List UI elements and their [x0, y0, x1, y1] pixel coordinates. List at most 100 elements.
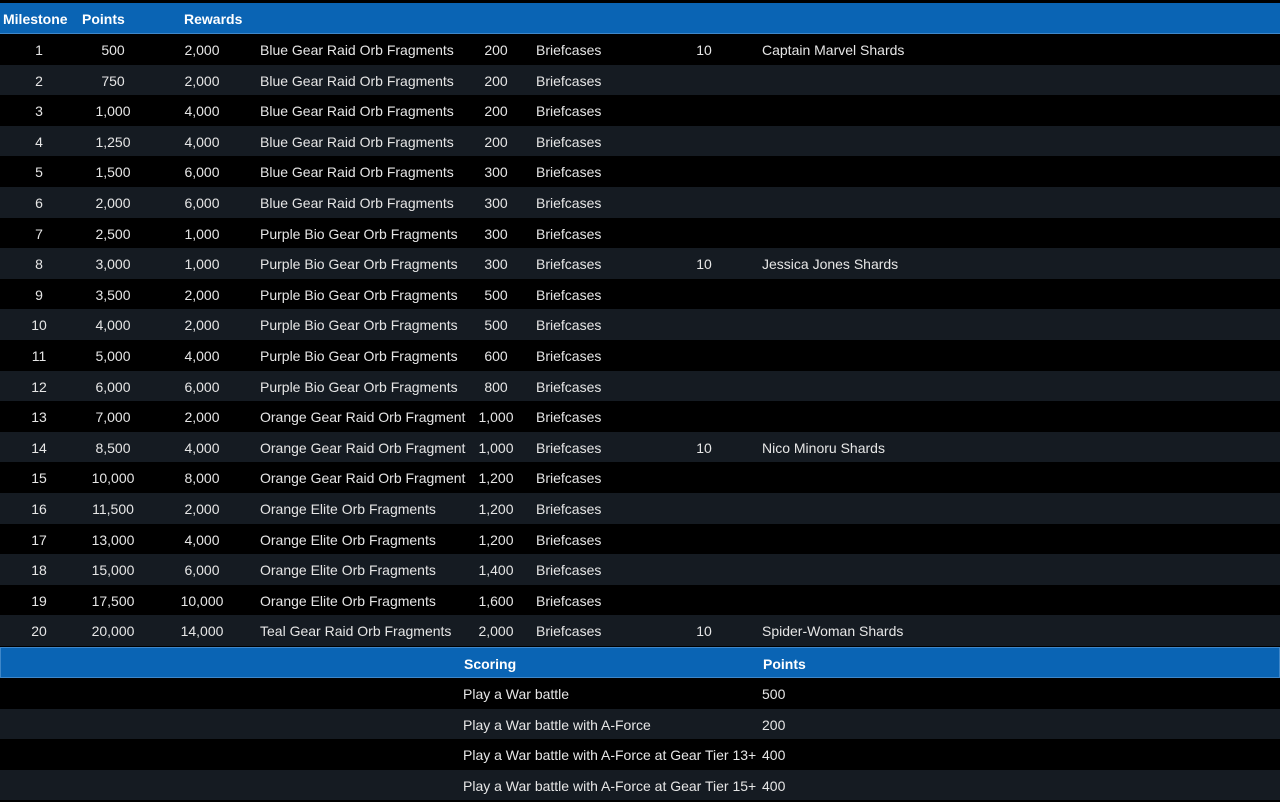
scoring-points-cell: 200	[762, 716, 786, 733]
milestone-cell: 6	[35, 194, 43, 211]
milestone-cell: 20	[31, 623, 47, 640]
reward2-name-cell: Briefcases	[536, 225, 602, 242]
reward1-name-cell: Blue Gear Raid Orb Fragments	[260, 103, 454, 120]
points-cell: 2,500	[95, 225, 131, 242]
reward1-name-cell: Orange Elite Orb Fragments	[260, 531, 436, 548]
reward1-name-cell: Purple Bio Gear Orb Fragments	[260, 286, 458, 303]
reward2-qty-cell: 1,600	[478, 592, 514, 609]
reward1-qty-cell: 4,000	[184, 133, 220, 150]
table-row: 13 7,000 2,000 Orange Gear Raid Orb Fragmen…	[0, 401, 1280, 432]
table-row: 10 4,000 2,000 Purple Bio Gear Orb Fragment…	[0, 309, 1280, 340]
scoring-row: Play a War battle with A-Force at Gear T…	[0, 739, 1280, 770]
points-cell: 5,000	[95, 347, 131, 364]
header-points: Points	[82, 11, 125, 27]
table-row: 15 10,000 8,000 Orange Gear Raid Orb Fragme…	[0, 462, 1280, 493]
reward2-name-cell: Briefcases	[536, 409, 602, 426]
reward2-name-cell: Briefcases	[536, 623, 602, 640]
table-row: 7 2,500 1,000 Purple Bio Gear Orb Fragments…	[0, 217, 1280, 249]
points-cell: 7,000	[95, 409, 131, 426]
reward1-qty-cell: 2,000	[184, 409, 220, 426]
milestone-table-header: Milestone Points Rewards	[0, 3, 1280, 34]
reward2-name-cell: Briefcases	[536, 42, 602, 58]
table-row: 17 13,000 4,000 Orange Elite Orb Fragments 1…	[0, 523, 1280, 555]
reward1-name-cell: Purple Bio Gear Orb Fragments	[260, 317, 458, 334]
scoring-desc-cell: Play a War battle	[463, 686, 570, 702]
reward2-qty-cell: 200	[484, 103, 508, 120]
reward1-name-cell: Blue Gear Raid Orb Fragments	[260, 164, 454, 181]
scoring-table-header: Scoring Points	[0, 647, 1280, 678]
reward1-name-cell: Blue Gear Raid Orb Fragments	[260, 133, 454, 150]
points-cell: 15,000	[91, 562, 135, 579]
header-scoring-points: Points	[763, 656, 806, 672]
reward3-name-cell: Jessica Jones Shards	[762, 256, 899, 273]
reward1-qty-cell: 6,000	[184, 194, 220, 211]
reward3-name-cell: Spider-Woman Shards	[762, 623, 904, 640]
milestone-cell: 9	[35, 286, 43, 303]
reward2-name-cell: Briefcases	[536, 500, 602, 517]
reward3-qty-cell: 10	[696, 439, 712, 456]
reward1-qty-cell: 2,000	[184, 72, 220, 89]
reward1-name-cell: Orange Gear Raid Orb Fragment	[260, 409, 466, 426]
reward3-name-cell: Captain Marvel Shards	[762, 42, 905, 58]
milestone-cell: 17	[31, 531, 47, 548]
reward2-qty-cell: 1,200	[478, 531, 514, 548]
table-row: 12 6,000 6,000 Purple Bio Gear Orb Fragment…	[0, 370, 1280, 402]
reward1-qty-cell: 10,000	[180, 592, 224, 609]
scoring-desc-cell: Play a War battle with A-Force at Gear T…	[463, 777, 757, 794]
reward1-name-cell: Orange Gear Raid Orb Fragment	[260, 470, 466, 487]
reward1-name-cell: Purple Bio Gear Orb Fragments	[260, 347, 458, 364]
scoring-row: Play a War battle with A-Force at Gear T…	[0, 769, 1280, 801]
points-cell: 20,000	[91, 623, 135, 640]
points-cell: 6,000	[95, 378, 131, 395]
reward2-qty-cell: 1,200	[478, 470, 514, 487]
scoring-row: Play a War battle with A-Force 200	[0, 708, 1280, 740]
reward2-qty-cell: 300	[484, 164, 508, 181]
milestone-cell: 18	[31, 562, 47, 579]
reward2-qty-cell: 1,200	[478, 500, 514, 517]
reward1-name-cell: Blue Gear Raid Orb Fragments	[260, 72, 454, 89]
reward1-name-cell: Purple Bio Gear Orb Fragments	[260, 225, 458, 242]
milestone-cell: 11	[31, 347, 47, 364]
table-row: 14 8,500 4,000 Orange Gear Raid Orb Fragmen…	[0, 431, 1280, 463]
table-row: 16 11,500 2,000 Orange Elite Orb Fragments 1…	[0, 492, 1280, 524]
points-cell: 1,000	[95, 103, 131, 120]
reward1-qty-cell: 4,000	[184, 347, 220, 364]
reward2-name-cell: Briefcases	[536, 470, 602, 487]
reward3-name-cell: Nico Minoru Shards	[762, 439, 885, 456]
table-row: 3 1,000 4,000 Blue Gear Raid Orb Fragments 2…	[0, 95, 1280, 126]
scoring-points-cell: 400	[762, 747, 786, 764]
milestone-cell: 2	[35, 72, 43, 89]
header-rewards: Rewards	[184, 11, 243, 27]
reward2-qty-cell: 300	[484, 225, 508, 242]
reward1-qty-cell: 2,000	[184, 317, 220, 334]
scoring-points-cell: 500	[762, 686, 786, 702]
points-cell: 8,500	[95, 439, 131, 456]
reward2-name-cell: Briefcases	[536, 347, 602, 364]
reward2-name-cell: Briefcases	[536, 103, 602, 120]
table-row: 6 2,000 6,000 Blue Gear Raid Orb Fragments 3…	[0, 186, 1280, 218]
reward1-qty-cell: 2,000	[184, 500, 220, 517]
points-cell: 500	[101, 42, 125, 58]
reward1-qty-cell: 6,000	[184, 562, 220, 579]
reward2-qty-cell: 200	[484, 42, 508, 58]
reward1-name-cell: Orange Elite Orb Fragments	[260, 500, 436, 517]
reward1-name-cell: Teal Gear Raid Orb Fragments	[260, 623, 452, 640]
points-cell: 17,500	[91, 592, 135, 609]
reward2-qty-cell: 300	[484, 194, 508, 211]
milestone-cell: 8	[35, 256, 43, 273]
points-cell: 750	[101, 72, 125, 89]
reward1-qty-cell: 1,000	[184, 225, 220, 242]
milestone-table-body: 1 500 2,000 Blue Gear Raid Orb Fragments 200…	[0, 34, 1280, 646]
reward2-name-cell: Briefcases	[536, 531, 602, 548]
reward3-qty-cell: 10	[696, 256, 712, 273]
reward2-name-cell: Briefcases	[536, 286, 602, 303]
reward2-qty-cell: 500	[484, 286, 508, 303]
milestone-cell: 4	[35, 133, 43, 150]
table-row: 2 750 2,000 Blue Gear Raid Orb Fragments 200…	[0, 64, 1280, 96]
reward1-name-cell: Blue Gear Raid Orb Fragments	[260, 42, 454, 58]
points-cell: 3,500	[95, 286, 131, 303]
points-cell: 13,000	[91, 531, 135, 548]
reward2-qty-cell: 1,400	[478, 562, 514, 579]
reward2-qty-cell: 1,000	[478, 409, 514, 426]
reward2-qty-cell: 500	[484, 317, 508, 334]
